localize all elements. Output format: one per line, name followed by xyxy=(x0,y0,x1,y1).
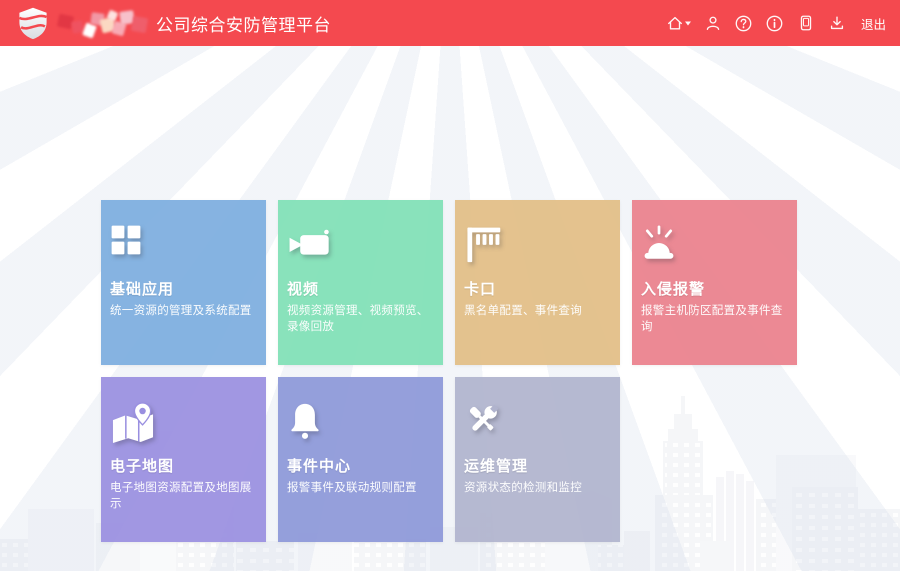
card-title: 运维管理 xyxy=(464,455,528,476)
card-intrusion-alarm[interactable]: 入侵报警 报警主机防区配置及事件查询 xyxy=(632,200,797,365)
home-icon xyxy=(666,14,684,32)
grid-icon-wrap xyxy=(110,224,142,256)
card-title: 电子地图 xyxy=(110,455,174,476)
download-icon xyxy=(828,14,846,32)
card-description: 电子地图资源配置及地图展示 xyxy=(110,481,262,512)
card-description: 黑名单配置、事件查询 xyxy=(464,304,616,320)
home-menu-button[interactable] xyxy=(665,12,693,34)
siren-icon-wrap xyxy=(641,224,677,262)
caret-down-icon xyxy=(684,19,692,27)
camera-icon-wrap xyxy=(287,224,333,260)
card-basic-app[interactable]: 基础应用 统一资源的管理及系统配置 xyxy=(101,200,266,365)
grid-icon xyxy=(110,224,142,256)
top-bar: 公司综合安防管理平台 xyxy=(0,0,900,46)
card-title: 入侵报警 xyxy=(641,278,705,299)
card-description: 统一资源的管理及系统配置 xyxy=(110,304,262,320)
card-video[interactable]: 视频 视频资源管理、视频预览、录像回放 xyxy=(278,200,443,365)
help-icon xyxy=(734,14,753,33)
card-event-center[interactable]: 事件中心 报警事件及联动规则配置 xyxy=(278,377,443,542)
help-button[interactable] xyxy=(733,12,755,34)
tools-icon-wrap xyxy=(464,401,502,439)
download-button[interactable] xyxy=(826,12,848,34)
barrier-gate-icon xyxy=(464,224,502,264)
bell-icon-wrap xyxy=(287,401,323,441)
alarm-siren-icon xyxy=(641,224,677,262)
info-icon xyxy=(765,14,784,33)
app-logo xyxy=(16,6,50,40)
card-e-map[interactable]: 电子地图 电子地图资源配置及地图展示 xyxy=(101,377,266,542)
card-title: 视频 xyxy=(287,278,319,299)
user-icon xyxy=(704,14,722,32)
card-title: 卡口 xyxy=(464,278,496,299)
card-description: 视频资源管理、视频预览、录像回放 xyxy=(287,304,439,335)
user-button[interactable] xyxy=(702,12,724,34)
card-title: 事件中心 xyxy=(287,455,351,476)
logout-button[interactable]: 退出 xyxy=(861,14,886,33)
wrench-screwdriver-icon xyxy=(464,401,502,439)
page-title: 公司综合安防管理平台 xyxy=(156,11,331,36)
bell-icon xyxy=(287,401,323,441)
map-icon-wrap xyxy=(110,401,156,443)
company-logo-mosaic xyxy=(58,6,150,40)
shield-logo-icon xyxy=(16,6,50,40)
card-checkpoint[interactable]: 卡口 黑名单配置、事件查询 xyxy=(455,200,620,365)
card-description: 资源状态的检测和监控 xyxy=(464,481,616,497)
device-icon xyxy=(797,14,815,32)
header-actions: 退出 xyxy=(665,12,886,34)
info-button[interactable] xyxy=(764,12,786,34)
card-ops-management[interactable]: 运维管理 资源状态的检测和监控 xyxy=(455,377,620,542)
barrier-icon-wrap xyxy=(464,224,502,264)
device-button[interactable] xyxy=(795,12,817,34)
video-camera-icon xyxy=(287,228,333,260)
map-pin-icon xyxy=(110,401,156,443)
card-title: 基础应用 xyxy=(110,278,174,299)
card-grid: 基础应用 统一资源的管理及系统配置 视频 视频资源管理、视频预览、录像回放 卡口… xyxy=(101,200,797,542)
card-description: 报警主机防区配置及事件查询 xyxy=(641,304,793,335)
card-description: 报警事件及联动规则配置 xyxy=(287,481,439,497)
